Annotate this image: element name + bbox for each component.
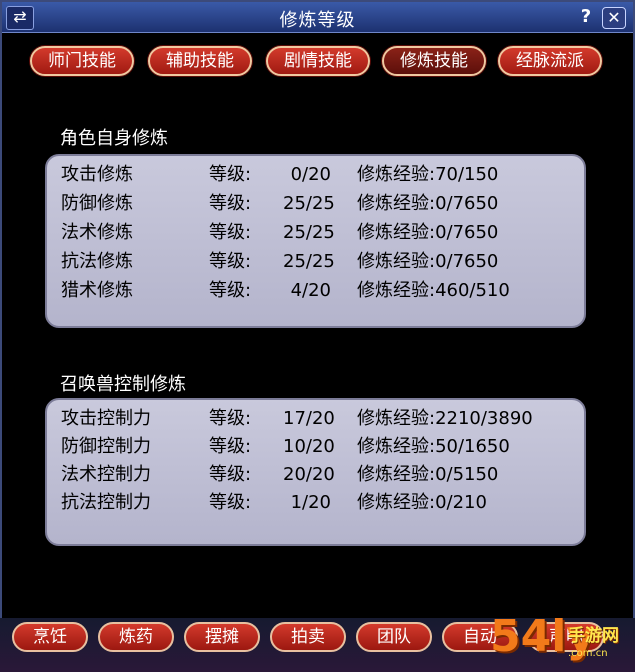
- row-exp: 修炼经验:50/1650: [357, 436, 510, 457]
- cultivation-row: 抗法控制力 等级: 1/20 修炼经验:0/210: [61, 490, 571, 516]
- row-name: 防御控制力: [61, 436, 151, 457]
- row-name: 抗法控制力: [61, 492, 151, 513]
- row-level-label: 等级:: [209, 436, 252, 457]
- row-exp: 修炼经验:0/7650: [357, 251, 499, 272]
- row-level: 17/20: [283, 408, 335, 429]
- watermark-name: 手游网: [568, 626, 619, 646]
- section-title-summon: 召唤兽控制修炼: [60, 374, 186, 395]
- section-title-character: 角色自身修炼: [60, 128, 168, 149]
- row-level: 4/20: [290, 280, 331, 301]
- row-name: 防御修炼: [61, 193, 133, 214]
- row-exp: 修炼经验:2210/3890: [357, 408, 533, 429]
- row-exp: 修炼经验:0/7650: [357, 222, 499, 243]
- row-level-label: 等级:: [209, 492, 252, 513]
- cultivation-row: 法术修炼 等级: 25/25 修炼经验:0/7650: [61, 220, 571, 246]
- row-level: 25/25: [283, 251, 335, 272]
- row-exp: 修炼经验:0/7650: [357, 193, 499, 214]
- row-level-label: 等级:: [209, 464, 252, 485]
- row-exp: 修炼经验:0/5150: [357, 464, 499, 485]
- row-name: 法术控制力: [61, 464, 151, 485]
- row-level-label: 等级:: [209, 280, 252, 301]
- row-level: 0/20: [290, 164, 331, 185]
- cooking-button[interactable]: 烹饪: [12, 622, 88, 652]
- close-icon[interactable]: ✕: [602, 7, 626, 29]
- summon-control-panel: 攻击控制力 等级: 17/20 修炼经验:2210/3890 防御控制力 等级:…: [45, 398, 586, 546]
- tab-cultivation-skills[interactable]: 修炼技能: [382, 46, 486, 76]
- row-exp: 修炼经验:460/510: [357, 280, 510, 301]
- tab-assist-skills[interactable]: 辅助技能: [148, 46, 252, 76]
- row-level-label: 等级:: [209, 408, 252, 429]
- cultivation-window: ⇄ 修炼等级 ? ✕ 师门技能 辅助技能 剧情技能 修炼技能 经脉流派 角色自身…: [0, 0, 635, 625]
- row-level: 25/25: [283, 193, 335, 214]
- cultivation-row: 猎术修炼 等级: 4/20 修炼经验:460/510: [61, 278, 571, 304]
- cultivation-row: 抗法修炼 等级: 25/25 修炼经验:0/7650: [61, 249, 571, 275]
- stall-button[interactable]: 摆摊: [184, 622, 260, 652]
- title-bar[interactable]: ⇄ 修炼等级 ? ✕: [2, 2, 633, 33]
- help-icon[interactable]: ?: [578, 7, 594, 27]
- site-watermark: 54ly 手游网 .com.cn: [490, 612, 635, 672]
- cultivation-row: 防御修炼 等级: 25/25 修炼经验:0/7650: [61, 191, 571, 217]
- row-exp: 修炼经验:0/210: [357, 492, 487, 513]
- row-exp: 修炼经验:70/150: [357, 164, 499, 185]
- row-name: 猎术修炼: [61, 280, 133, 301]
- row-level-label: 等级:: [209, 193, 252, 214]
- alchemy-button[interactable]: 炼药: [98, 622, 174, 652]
- row-level: 25/25: [283, 222, 335, 243]
- auction-button[interactable]: 拍卖: [270, 622, 346, 652]
- tab-master-skills[interactable]: 师门技能: [30, 46, 134, 76]
- row-level-label: 等级:: [209, 251, 252, 272]
- tab-meridian-school[interactable]: 经脉流派: [498, 46, 602, 76]
- team-button[interactable]: 团队: [356, 622, 432, 652]
- row-level: 20/20: [283, 464, 335, 485]
- character-cultivation-panel: 攻击修炼 等级: 0/20 修炼经验:70/150 防御修炼 等级: 25/25…: [45, 154, 586, 328]
- row-level: 10/20: [283, 436, 335, 457]
- row-name: 攻击修炼: [61, 164, 133, 185]
- row-name: 攻击控制力: [61, 408, 151, 429]
- row-name: 抗法修炼: [61, 251, 133, 272]
- row-level: 1/20: [290, 492, 331, 513]
- row-name: 法术修炼: [61, 222, 133, 243]
- row-level-label: 等级:: [209, 164, 252, 185]
- cultivation-row: 法术控制力 等级: 20/20 修炼经验:0/5150: [61, 462, 571, 488]
- cultivation-row: 攻击修炼 等级: 0/20 修炼经验:70/150: [61, 162, 571, 188]
- cultivation-row: 攻击控制力 等级: 17/20 修炼经验:2210/3890: [61, 406, 571, 432]
- window-title: 修炼等级: [279, 10, 356, 31]
- row-level-label: 等级:: [209, 222, 252, 243]
- cultivation-row: 防御控制力 等级: 10/20 修炼经验:50/1650: [61, 434, 571, 460]
- tab-story-skills[interactable]: 剧情技能: [266, 46, 370, 76]
- watermark-url: .com.cn: [568, 648, 608, 659]
